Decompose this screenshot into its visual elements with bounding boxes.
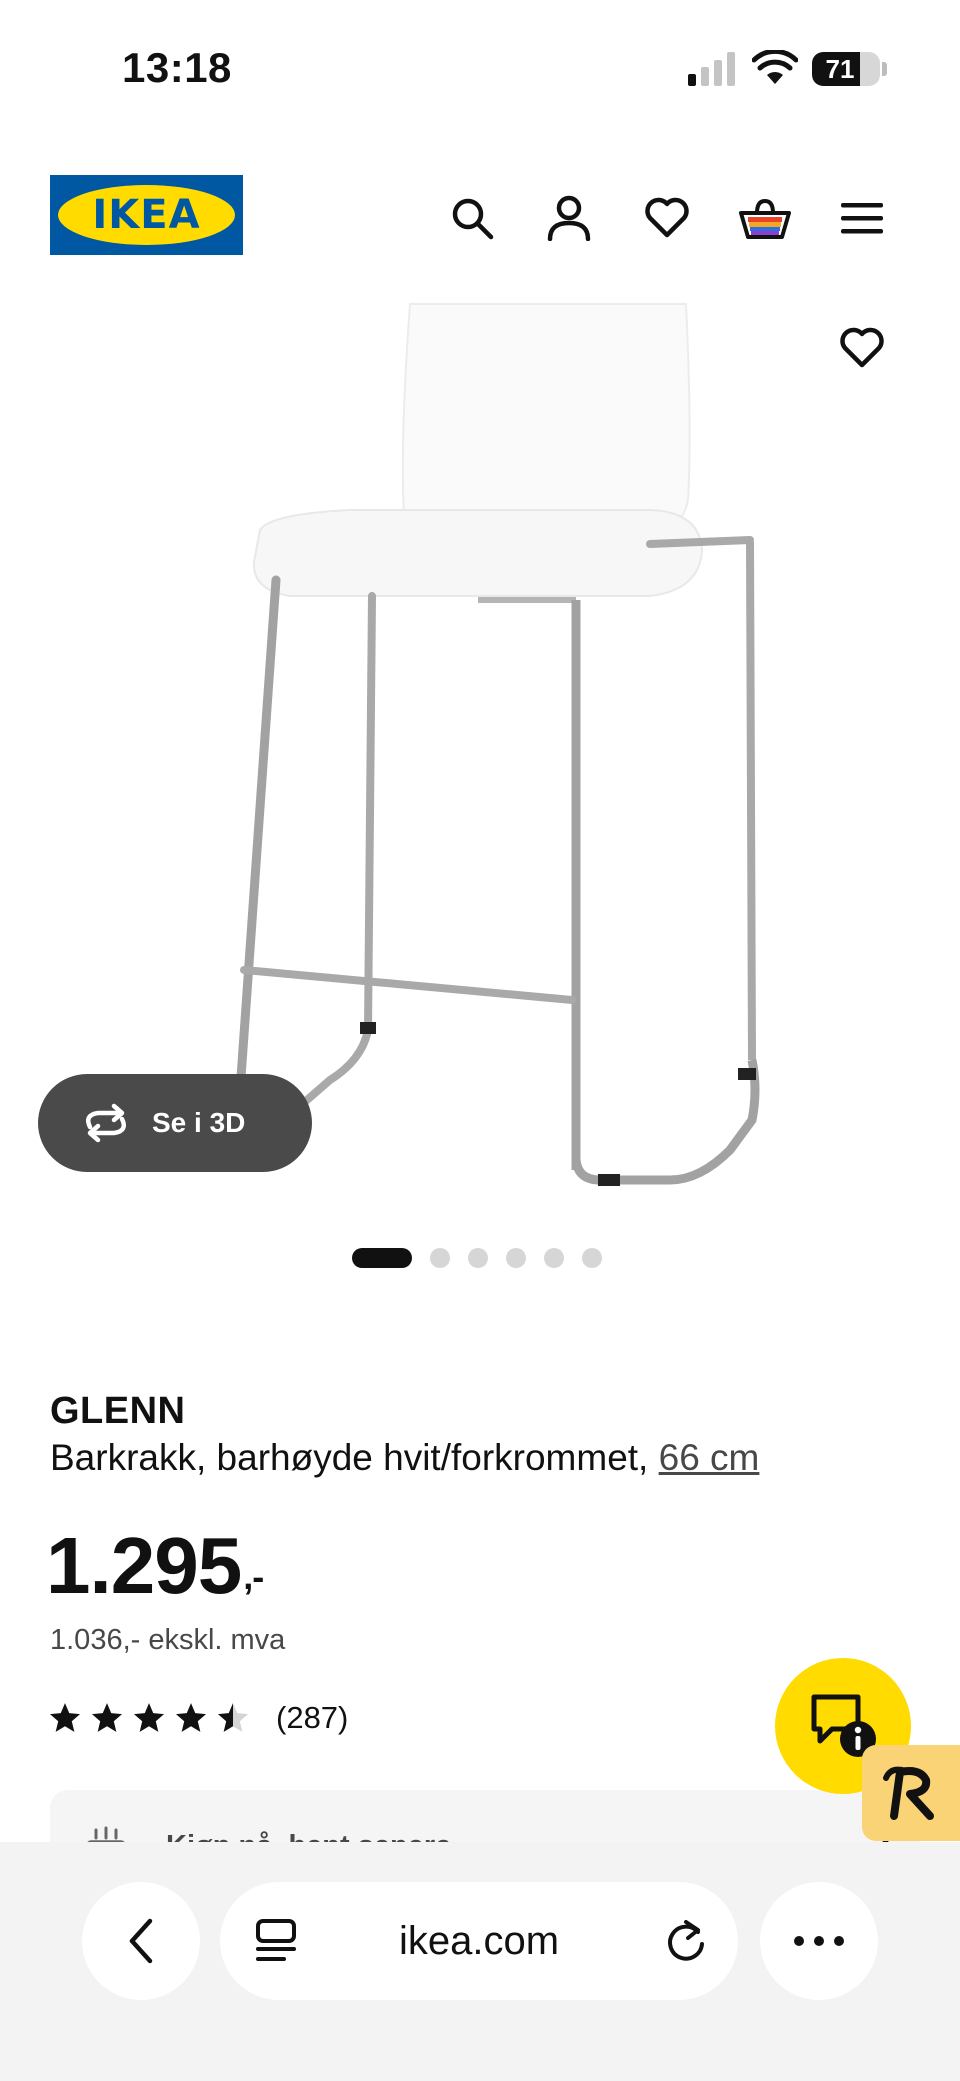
ellipsis-icon: [794, 1936, 844, 1946]
browser-back-button[interactable]: [82, 1882, 200, 2000]
reload-icon[interactable]: [664, 1918, 708, 1964]
price-ex-vat: 1.036,- ekskl. mva: [50, 1624, 286, 1656]
review-count: (287): [276, 1700, 349, 1735]
account-icon[interactable]: [539, 188, 599, 248]
search-icon[interactable]: [442, 188, 502, 248]
battery-percent: 71: [825, 54, 855, 84]
extension-badge-icon[interactable]: [862, 1745, 960, 1841]
product-price: 1.295 ,-: [46, 1520, 264, 1612]
menu-icon[interactable]: [832, 188, 892, 248]
view-in-3d-button[interactable]: Se i 3D: [38, 1074, 312, 1172]
address-bar[interactable]: ikea.com: [220, 1882, 738, 2000]
price-value: 1.295: [46, 1521, 242, 1610]
add-to-wishlist-icon[interactable]: [832, 318, 892, 378]
star-icon: [49, 1703, 81, 1732]
logo-text: IKEA: [92, 192, 201, 238]
product-image[interactable]: [230, 300, 790, 1200]
rotate-3d-icon: [86, 1103, 126, 1143]
half-star-icon: [217, 1703, 249, 1732]
gallery-dot[interactable]: [544, 1248, 564, 1268]
wifi-icon: [752, 50, 798, 84]
ikea-logo[interactable]: IKEA: [50, 175, 243, 255]
url-text: ikea.com: [398, 1919, 560, 1963]
product-name: GLENN: [50, 1390, 186, 1432]
chevron-left-icon: [129, 1918, 153, 1964]
gallery-pagination: [352, 1248, 602, 1268]
more-options-button[interactable]: [760, 1882, 878, 2000]
cellular-signal-icon: [688, 52, 735, 86]
star-icon: [133, 1703, 165, 1732]
battery-indicator: 71: [812, 52, 880, 86]
gallery-dot-active[interactable]: [352, 1248, 412, 1268]
product-description: Barkrakk, barhøyde hvit/forkrommet, 66 c…: [50, 1437, 759, 1479]
product-description-text: Barkrakk, barhøyde hvit/forkrommet,: [50, 1437, 649, 1478]
gallery-dot[interactable]: [468, 1248, 488, 1268]
wishlist-icon[interactable]: [637, 188, 697, 248]
status-time: 13:18: [122, 44, 232, 91]
gallery-dot[interactable]: [506, 1248, 526, 1268]
star-icon: [175, 1703, 207, 1732]
gallery-dot[interactable]: [582, 1248, 602, 1268]
basket-icon[interactable]: [735, 188, 795, 248]
rating-summary[interactable]: (287): [48, 1700, 348, 1736]
star-icon: [91, 1703, 123, 1732]
product-size-link[interactable]: 66 cm: [659, 1437, 760, 1478]
price-suffix: ,-: [243, 1556, 264, 1597]
view-in-3d-label: Se i 3D: [152, 1107, 246, 1138]
gallery-dot[interactable]: [430, 1248, 450, 1268]
battery-tip: [882, 62, 887, 76]
